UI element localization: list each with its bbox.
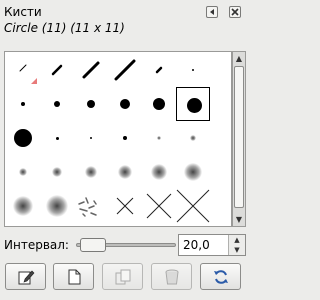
brush-circle-03[interactable] [40,87,74,121]
brush-circle-13[interactable] [6,121,40,155]
brush-circle-fuzzy-07[interactable] [40,155,74,189]
tab-menu-icon[interactable] [206,6,218,18]
brush-circle-fuzzy-09[interactable] [74,155,108,189]
scroll-down-arrow-icon[interactable]: ▼ [233,213,245,226]
brush-circle-fuzzy-17[interactable] [6,189,40,223]
brush-cross-large[interactable] [176,189,210,223]
brush-grid-scrollbar[interactable]: ▲ ▼ [232,51,246,227]
edit-brush-button[interactable] [5,263,46,290]
brush-circle-05[interactable] [74,87,108,121]
brush-circle-07[interactable] [108,87,142,121]
spacing-label: Интервал: [4,238,69,252]
brush-circle-09[interactable] [142,87,176,121]
spacing-input[interactable] [183,237,225,253]
edit-brush-icon [18,270,34,284]
brush-hardness-100-large[interactable] [108,53,142,87]
brush-circle-19[interactable] [108,121,142,155]
new-brush-icon [68,269,80,284]
brush-circle-fuzzy-03[interactable] [176,121,210,155]
brush-hardness-025-tiny[interactable] [142,53,176,87]
refresh-brushes-button[interactable] [200,263,241,290]
duplicate-brush-icon [115,269,130,284]
brush-pixel-dot[interactable] [176,53,210,87]
duplicate-brush-button[interactable] [102,263,143,290]
brush-pencil-sketch-brush[interactable] [6,53,40,87]
delete-brush-button[interactable] [151,263,192,290]
brush-cross-small[interactable] [108,189,142,223]
spin-down-icon[interactable]: ▼ [228,245,245,255]
brush-circle-11[interactable] [176,87,210,121]
brush-badge-icon [31,78,37,84]
detach-icon[interactable] [229,6,241,18]
new-brush-button[interactable] [53,263,94,290]
brush-circle-17[interactable] [74,121,108,155]
spacing-slider-knob[interactable] [80,238,106,252]
dock-header: Кисти Circle (11) (11 x 11) [0,0,250,35]
refresh-brushes-icon [213,269,228,284]
brush-name: Circle (11) (11 x 11) [4,21,125,35]
brush-sponge-brush[interactable]: + [40,223,74,226]
brush-hardness-050-small[interactable] [40,53,74,87]
brush-grid: + [4,51,232,227]
brush-circle-fuzzy-19[interactable] [40,189,74,223]
scroll-thumb[interactable] [234,66,244,208]
brush-pencil-scratch[interactable] [6,223,40,226]
brush-circle-fuzzy-11[interactable] [108,155,142,189]
brush-hardness-075-medium[interactable] [74,53,108,87]
brush-cross-medium[interactable] [142,189,176,223]
brush-circle-01[interactable] [6,87,40,121]
brush-circle-fuzzy-13[interactable] [142,155,176,189]
spin-up-icon[interactable]: ▲ [228,235,245,245]
brush-circle-fuzzy-15[interactable] [176,155,210,189]
dock-title: Кисти [4,5,42,19]
delete-brush-icon [165,269,178,284]
brush-circle-fuzzy-05[interactable] [6,155,40,189]
brush-circle-fuzzy-01[interactable] [142,121,176,155]
brush-circle-15[interactable] [40,121,74,155]
brush-confetti-brush[interactable] [74,189,108,223]
scroll-up-arrow-icon[interactable]: ▲ [233,52,245,65]
spacing-spinbutton[interactable]: ▲ ▼ [178,234,246,256]
